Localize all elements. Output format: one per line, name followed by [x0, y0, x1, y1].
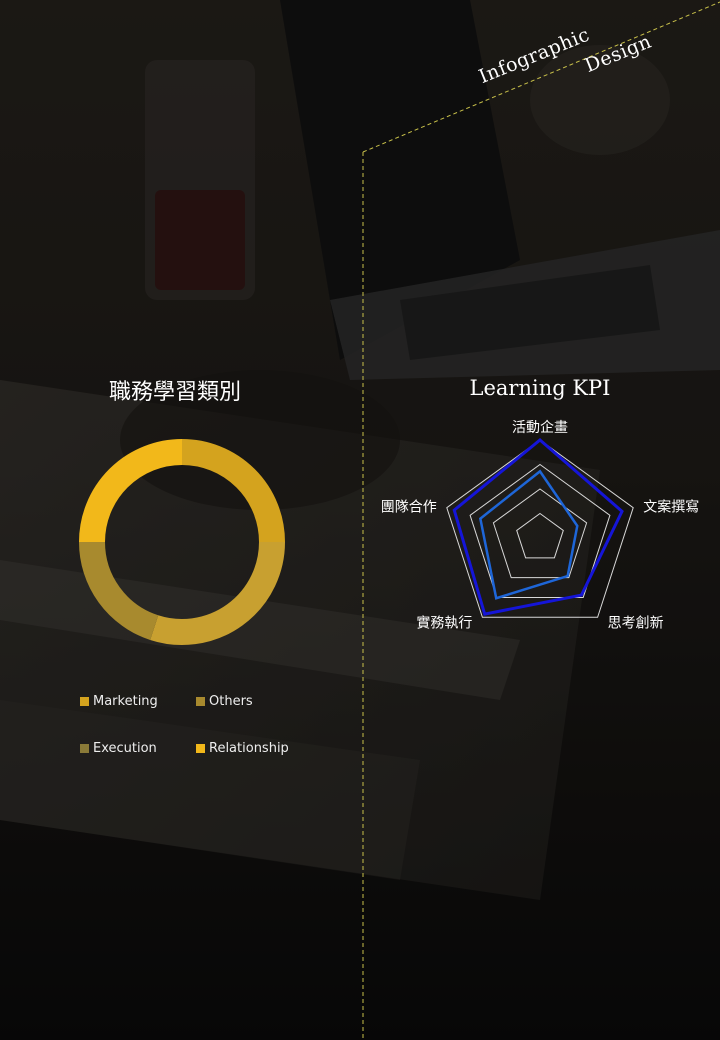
legend-item-marketing: Marketing: [80, 694, 158, 709]
radar-axis-label: 團隊合作: [381, 500, 437, 516]
radar-axis-label: 思考創新: [608, 615, 664, 631]
legend-item-others: Others: [196, 694, 253, 709]
legend-swatch: [80, 744, 89, 753]
donut-title: 職務學習類別: [108, 380, 241, 405]
radar-axis-label: 活動企畫: [512, 419, 568, 436]
legend-swatch: [80, 697, 89, 706]
radar-grid-ring: [492, 488, 588, 579]
legend-label-marketing: Marketing: [93, 694, 158, 709]
radar-chart: 活動企畫文案撰寫思考創新 實務執行 團隊合作: [381, 419, 699, 631]
legend-swatch: [196, 744, 205, 753]
radar-series-2: [478, 469, 579, 600]
legend-item-relationship: Relationship: [196, 741, 289, 756]
radar-axis-label: 文案撰寫: [643, 499, 699, 516]
legend-swatch: [196, 697, 205, 706]
legend-label-execution: Execution: [93, 741, 157, 756]
donut-slice-marketing: [181, 439, 285, 543]
donut-chart: [79, 439, 285, 645]
legend-label-relationship: Relationship: [209, 741, 289, 756]
radar-axis-label: 實務執行: [416, 614, 472, 631]
radar-grid-ring: [516, 512, 564, 559]
donut-slice-execution: [79, 541, 159, 640]
donut-slice-others: [150, 541, 285, 645]
radar-title: Learning KPI: [469, 376, 611, 400]
legend-item-execution: Execution: [80, 741, 157, 756]
donut-slice-relationship: [79, 439, 183, 543]
legend-label-others: Others: [209, 694, 253, 709]
